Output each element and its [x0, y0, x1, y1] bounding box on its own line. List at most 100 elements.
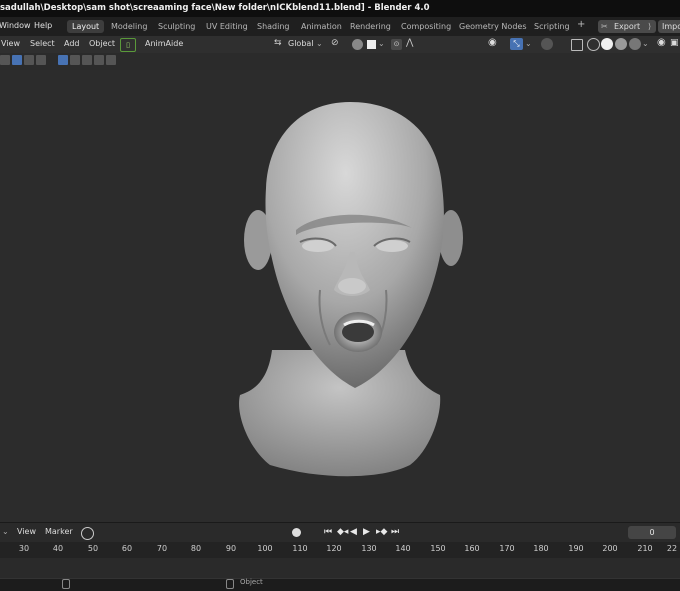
mouse-icon [62, 579, 70, 589]
select-circle-icon[interactable] [24, 55, 34, 65]
frame-tick: 120 [326, 544, 342, 553]
frame-tick: 160 [464, 544, 480, 553]
frame-tick: 200 [602, 544, 618, 553]
transform-orientation-icon: ⇆ [274, 38, 282, 48]
window-title: sadullah\Desktop\sam shot\screaaming fac… [0, 3, 430, 13]
frame-tick: 130 [361, 544, 377, 553]
export-label: Export [614, 22, 641, 31]
snap-target-icon[interactable] [367, 40, 376, 49]
overlay-icon[interactable] [541, 38, 553, 50]
import-label: Impo [662, 22, 680, 31]
eye-icon[interactable]: ◉ [657, 37, 666, 48]
frame-tick: 60 [121, 544, 133, 553]
status-object: Object [240, 578, 263, 586]
window-title-bar: sadullah\Desktop\sam shot\screaaming fac… [0, 0, 680, 17]
menu-add[interactable]: Add [64, 39, 80, 48]
viewport-header: View Select Add Object ▯ AnimAide ⇆ Glob… [0, 36, 680, 53]
jump-start-icon[interactable]: ⏮ [324, 527, 332, 537]
frame-tick: 150 [430, 544, 446, 553]
next-keyframe-icon[interactable]: ▸◆ [376, 527, 387, 537]
current-frame-field[interactable]: 0 [628, 526, 676, 539]
3d-viewport[interactable] [0, 70, 680, 522]
tab-uv-editing[interactable]: UV Editing [201, 20, 253, 33]
frame-tick: 50 [87, 544, 99, 553]
chevron-down-icon: ⌄ [525, 39, 532, 48]
tab-modeling[interactable]: Modeling [106, 20, 152, 33]
export-icon: ✂ [601, 22, 608, 31]
frame-tick: 110 [292, 544, 308, 553]
snap-icon[interactable] [352, 39, 363, 50]
jump-end-icon[interactable]: ⏭ [391, 527, 399, 537]
import-button[interactable]: Impo [658, 20, 680, 33]
mode-set-icon[interactable] [58, 55, 68, 65]
camera-icon[interactable]: ▣ [670, 38, 679, 48]
mode-extend-icon[interactable] [70, 55, 80, 65]
rendered-shading-icon[interactable] [629, 38, 641, 50]
menu-select[interactable]: Select [30, 39, 55, 48]
frame-tick: 30 [18, 544, 30, 553]
prev-keyframe-icon[interactable]: ◆◂ [337, 527, 348, 537]
frame-tick: 90 [225, 544, 237, 553]
menu-help[interactable]: Help [34, 21, 52, 30]
menu-view[interactable]: View [1, 39, 20, 48]
sculpted-head-model [239, 102, 463, 477]
tab-geometry-nodes[interactable]: Geometry Nodes [454, 20, 531, 33]
frame-tick: 190 [568, 544, 584, 553]
wireframe-shading-icon[interactable] [587, 38, 600, 51]
frame-tick: 180 [533, 544, 549, 553]
frame-tick: 140 [395, 544, 411, 553]
chevron-down-icon: ⌄ [316, 39, 323, 48]
solid-shading-icon[interactable] [601, 38, 613, 50]
frame-tick: 70 [156, 544, 168, 553]
top-menu-bar: Window Help Layout Modeling Sculpting UV… [0, 17, 680, 36]
tab-shading[interactable]: Shading [252, 20, 295, 33]
tab-rendering[interactable]: Rendering [345, 20, 396, 33]
export-button[interactable]: ✂ Export ⟩ [598, 20, 656, 33]
menu-window[interactable]: Window [0, 21, 31, 30]
menu-object[interactable]: Object [89, 39, 115, 48]
material-shading-icon[interactable] [615, 38, 627, 50]
select-lasso-icon[interactable] [36, 55, 46, 65]
mode-invert-icon[interactable] [94, 55, 104, 65]
select-tweak-icon[interactable] [0, 55, 10, 65]
record-icon[interactable] [292, 528, 301, 537]
menu-animaide[interactable]: AnimAide [145, 39, 183, 48]
tab-compositing[interactable]: Compositing [396, 20, 456, 33]
pivot-icon[interactable]: ⊘ [331, 38, 339, 48]
visibility-icon[interactable]: ◉ [488, 37, 497, 48]
chevron-down-icon[interactable]: ⌄ [2, 527, 9, 536]
mouse-icon [226, 579, 234, 589]
play-reverse-icon[interactable]: ◀ [350, 527, 357, 537]
timeline-track-area[interactable] [0, 558, 680, 578]
tab-scripting[interactable]: Scripting [529, 20, 575, 33]
timeline-menu-marker[interactable]: Marker [45, 527, 73, 536]
sync-icon[interactable] [81, 527, 94, 540]
select-box-icon[interactable] [12, 55, 22, 65]
mode-subtract-icon[interactable] [82, 55, 92, 65]
frame-tick: 80 [190, 544, 202, 553]
chevron-right-icon: ⟩ [648, 22, 652, 31]
frame-tick: 22 [666, 544, 678, 553]
addon-icon[interactable]: ▯ [120, 38, 136, 52]
frame-tick: 170 [499, 544, 515, 553]
add-workspace-button[interactable]: + [572, 18, 590, 31]
chevron-down-icon: ⌄ [378, 39, 385, 48]
transform-orientation-dropdown[interactable]: Global [288, 39, 314, 48]
status-bar: Object [0, 578, 680, 591]
proportional-edit-icon[interactable]: ⊙ [391, 39, 402, 50]
xray-icon[interactable] [571, 39, 583, 51]
tool-mode-row [0, 53, 680, 70]
tab-animation[interactable]: Animation [296, 20, 347, 33]
frame-tick: 40 [52, 544, 64, 553]
mode-intersect-icon[interactable] [106, 55, 116, 65]
play-icon[interactable]: ▶ [363, 527, 370, 537]
gizmo-icon[interactable]: ⤡ [510, 38, 523, 50]
tab-sculpting[interactable]: Sculpting [153, 20, 200, 33]
timeline-header: ⌄ View Marker ⏮ ◆◂ ◀ ▶ ▸◆ ⏭ 0 [0, 522, 680, 543]
falloff-icon[interactable]: ⋀ [406, 38, 413, 48]
timeline-ruler[interactable]: 30 40 50 60 70 80 90 100 110 120 130 140… [0, 542, 680, 558]
frame-tick: 100 [257, 544, 273, 553]
tab-layout[interactable]: Layout [67, 20, 105, 33]
frame-tick: 210 [637, 544, 653, 553]
timeline-menu-view[interactable]: View [17, 527, 36, 536]
